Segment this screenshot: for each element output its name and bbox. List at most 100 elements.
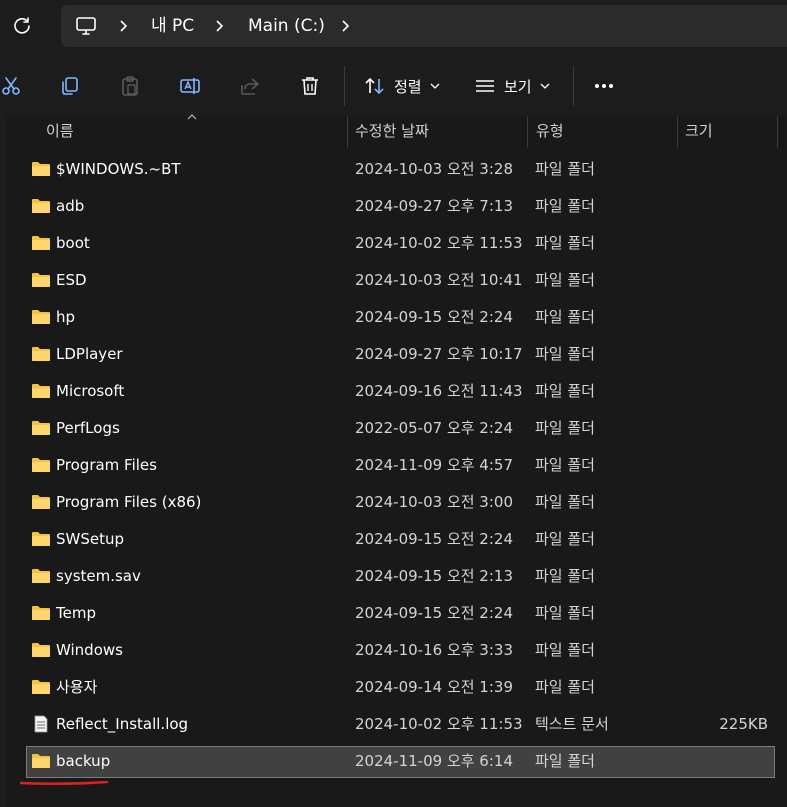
chevron-right-icon[interactable] (341, 5, 351, 47)
file-row[interactable]: backup 2024-11-09 오후 6:14 파일 폴더 (0, 745, 787, 782)
file-name: hp (56, 308, 76, 326)
file-row[interactable]: Reflect_Install.log 2024-10-02 오후 11:53 텍스… (0, 708, 787, 745)
folder-icon (31, 197, 51, 215)
file-name: adb (56, 197, 85, 215)
cut-button[interactable] (0, 68, 29, 104)
file-name: backup (56, 752, 111, 770)
file-type: 파일 폴더 (535, 567, 595, 585)
file-date: 2024-10-03 오전 3:00 (355, 493, 513, 511)
file-type: 파일 폴더 (535, 641, 595, 659)
delete-button[interactable] (292, 68, 328, 104)
file-row[interactable]: adb 2024-09-27 오후 7:13 파일 폴더 (0, 190, 787, 227)
file-name: ESD (56, 271, 87, 289)
file-row[interactable]: Microsoft 2024-09-16 오전 11:43 파일 폴더 (0, 375, 787, 412)
file-type: 파일 폴더 (535, 234, 595, 252)
file-type: 파일 폴더 (535, 160, 595, 178)
file-type: 파일 폴더 (535, 530, 595, 548)
command-bar: 정렬 보기 (0, 54, 787, 116)
column-header-row: 이름 수정한 날짜 유형 크기 (0, 114, 787, 148)
file-date: 2024-09-15 오전 2:13 (355, 567, 513, 585)
file-name: SWSetup (56, 530, 125, 548)
file-row[interactable]: Temp 2024-09-15 오전 2:24 파일 폴더 (0, 597, 787, 634)
text-file-icon (31, 715, 51, 733)
column-header-name[interactable]: 이름 (46, 116, 74, 148)
file-row[interactable]: 사용자 2024-09-14 오전 1:39 파일 폴더 (0, 671, 787, 708)
file-name: $WINDOWS.~BT (56, 160, 181, 178)
address-bar-area: 내 PC Main (C:) (0, 0, 787, 54)
chevron-right-icon[interactable] (119, 5, 129, 47)
file-name: Program Files (x86) (56, 493, 202, 511)
file-type: 파일 폴더 (535, 308, 595, 326)
file-name: Program Files (56, 456, 157, 474)
file-row[interactable]: Program Files (x86) 2024-10-03 오전 3:00 파일 … (0, 486, 787, 523)
share-button[interactable] (232, 68, 268, 104)
file-list-pane: 이름 수정한 날짜 유형 크기 $WINDOWS.~BT 2024-10-03 오… (0, 114, 787, 807)
file-type: 파일 폴더 (535, 493, 595, 511)
toolbar-divider (344, 66, 345, 106)
file-type: 파일 폴더 (535, 456, 595, 474)
file-date: 2024-09-15 오전 2:24 (355, 308, 513, 326)
column-header-type[interactable]: 유형 (536, 116, 564, 148)
file-row[interactable]: ESD 2024-10-03 오전 10:41 파일 폴더 (0, 264, 787, 301)
paste-button[interactable] (112, 68, 148, 104)
breadcrumb-this-pc[interactable]: 내 PC (151, 5, 194, 47)
file-rows: $WINDOWS.~BT 2024-10-03 오전 3:28 파일 폴더 adb 20… (0, 153, 787, 782)
column-header-size[interactable]: 크기 (685, 116, 713, 148)
file-date: 2024-09-27 오후 10:17 (355, 345, 523, 363)
folder-icon (31, 530, 51, 548)
folder-icon (31, 419, 51, 437)
file-row[interactable]: Program Files 2024-11-09 오후 4:57 파일 폴더 (0, 449, 787, 486)
breadcrumb-main-drive[interactable]: Main (C:) (248, 5, 325, 47)
file-date: 2024-10-02 오후 11:53 (355, 715, 523, 733)
refresh-button[interactable] (4, 8, 40, 44)
file-row[interactable]: LDPlayer 2024-09-27 오후 10:17 파일 폴더 (0, 338, 787, 375)
file-type: 텍스트 문서 (535, 715, 609, 733)
file-date: 2024-09-15 오전 2:24 (355, 604, 513, 622)
file-row[interactable]: PerfLogs 2022-05-07 오후 2:24 파일 폴더 (0, 412, 787, 449)
chevron-down-icon (430, 83, 440, 89)
chevron-down-icon (540, 83, 550, 89)
folder-icon (31, 493, 51, 511)
sort-icon (365, 77, 384, 95)
sort-menu-button[interactable]: 정렬 (364, 68, 440, 104)
file-type: 파일 폴더 (535, 752, 595, 770)
file-row[interactable]: boot 2024-10-02 오후 11:53 파일 폴더 (0, 227, 787, 264)
file-name: Windows (56, 641, 123, 659)
computer-icon[interactable] (75, 15, 97, 37)
more-options-button[interactable] (586, 68, 622, 104)
refresh-icon (14, 17, 30, 34)
file-row[interactable]: $WINDOWS.~BT 2024-10-03 오전 3:28 파일 폴더 (0, 153, 787, 190)
file-date: 2024-09-27 오후 7:13 (355, 197, 513, 215)
file-name: Microsoft (56, 382, 125, 400)
address-box[interactable]: 내 PC Main (C:) (61, 5, 787, 47)
file-type: 파일 폴더 (535, 678, 595, 696)
file-date: 2024-11-09 오후 6:14 (355, 752, 513, 770)
file-date: 2024-10-02 오후 11:53 (355, 234, 523, 252)
folder-icon (31, 345, 51, 363)
file-row[interactable]: SWSetup 2024-09-15 오전 2:24 파일 폴더 (0, 523, 787, 560)
column-divider[interactable] (777, 116, 778, 148)
copy-button[interactable] (52, 68, 88, 104)
rename-icon (180, 78, 200, 94)
file-name: Reflect_Install.log (56, 715, 189, 733)
cut-icon (2, 77, 20, 95)
paste-icon (122, 76, 138, 96)
rename-button[interactable] (172, 68, 208, 104)
column-divider[interactable] (677, 116, 678, 148)
file-date: 2022-05-07 오후 2:24 (355, 419, 513, 437)
view-menu-button[interactable]: 보기 (474, 68, 550, 104)
file-row[interactable]: hp 2024-09-15 오전 2:24 파일 폴더 (0, 301, 787, 338)
column-divider[interactable] (347, 116, 348, 148)
file-row[interactable]: system.sav 2024-09-15 오전 2:13 파일 폴더 (0, 560, 787, 597)
column-header-date[interactable]: 수정한 날짜 (355, 116, 429, 148)
sort-label: 정렬 (394, 77, 422, 96)
file-type: 파일 폴더 (535, 382, 595, 400)
share-icon (241, 78, 259, 95)
chevron-right-icon[interactable] (215, 5, 225, 47)
folder-icon (31, 641, 51, 659)
file-row[interactable]: Windows 2024-10-16 오후 3:33 파일 폴더 (0, 634, 787, 671)
file-name: Temp (56, 604, 96, 622)
file-date: 2024-10-03 오전 10:41 (355, 271, 523, 289)
column-divider[interactable] (527, 116, 528, 148)
file-date: 2024-10-16 오후 3:33 (355, 641, 513, 659)
